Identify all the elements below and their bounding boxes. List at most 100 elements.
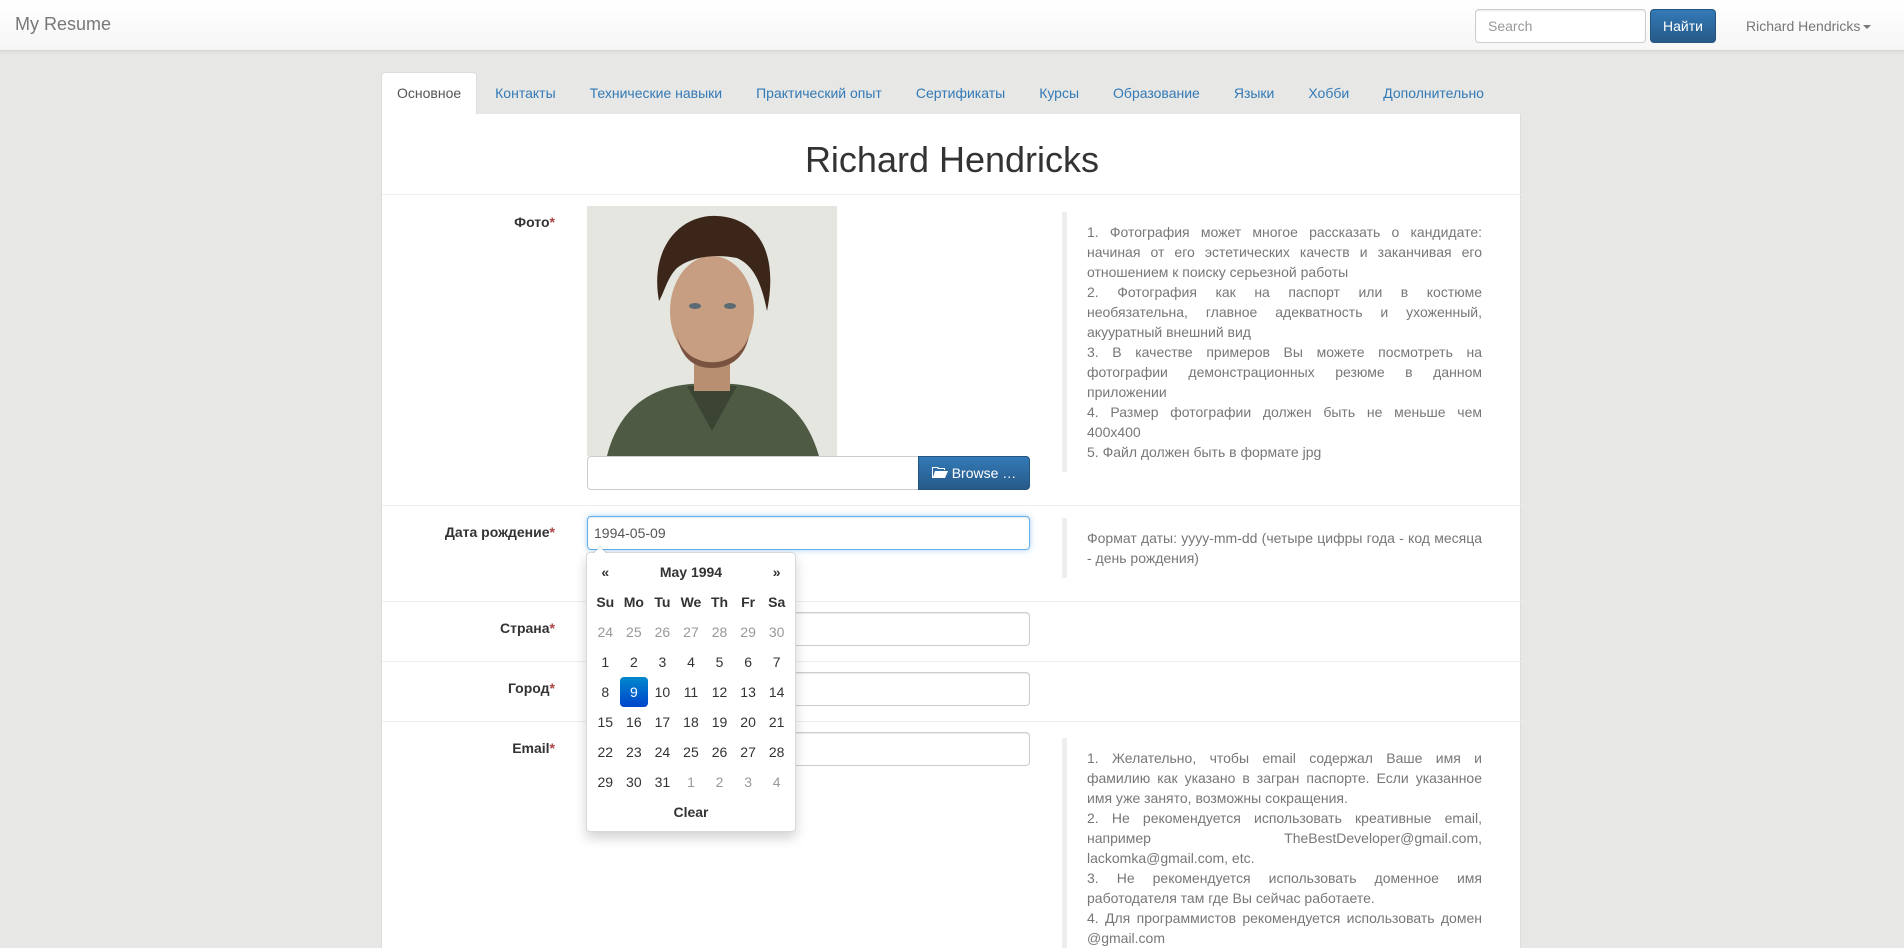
tab-general[interactable]: Основное	[381, 72, 478, 116]
country-label-text: Страна	[500, 620, 550, 636]
date-picker-calendar: « May 1994 » Su Mo Tu We Th Fr Sa 24 25 26 27 28 29…	[591, 557, 791, 827]
city-label: Город*	[508, 680, 555, 696]
day-cell[interactable]: 28	[705, 617, 734, 647]
divider	[382, 721, 1522, 722]
day-cell[interactable]: 18	[677, 707, 706, 737]
weekday-label: Tu	[654, 594, 671, 610]
country-label: Страна*	[500, 620, 555, 636]
profile-photo	[587, 206, 837, 456]
search-input[interactable]	[1475, 9, 1646, 43]
tab-experience[interactable]: Практический опыт	[740, 72, 898, 115]
photo-help-item: 4. Размер фотографии должен быть не мень…	[1087, 404, 1482, 440]
email-help: 1. Желательно, чтобы email содержал Ваше…	[1062, 738, 1482, 948]
day-cell[interactable]: 16	[620, 707, 649, 737]
prev-month-button[interactable]: «	[591, 557, 620, 587]
day-cell[interactable]: 3	[648, 647, 677, 677]
day-cell[interactable]: 8	[591, 677, 620, 707]
email-help-item: 4. Для программистов рекомендуется испол…	[1087, 910, 1482, 946]
day-cell[interactable]: 5	[705, 647, 734, 677]
required-mark: *	[549, 740, 555, 756]
weekday-label: Su	[596, 594, 615, 610]
divider	[382, 661, 1522, 662]
search-button[interactable]: Найти	[1650, 9, 1716, 43]
email-help-item: 3. Не рекомендуется использовать доменно…	[1087, 870, 1482, 906]
weekday-label: Mo	[623, 594, 644, 610]
month-title[interactable]: May 1994	[620, 557, 763, 587]
day-cell[interactable]: 31	[648, 767, 677, 797]
day-cell[interactable]: 29	[591, 767, 620, 797]
photo-help-item: 5. Файл должен быть в формате jpg	[1087, 444, 1322, 460]
email-help-item: 1. Желательно, чтобы email содержал Ваше…	[1087, 750, 1482, 806]
day-cell[interactable]: 14	[762, 677, 791, 707]
divider	[382, 194, 1522, 195]
day-cell[interactable]: 25	[620, 617, 649, 647]
browse-button[interactable]: Browse …	[918, 456, 1030, 490]
tab-education[interactable]: Образование	[1097, 72, 1216, 115]
calendar-week-row: 22 23 24 25 26 27 28	[591, 737, 791, 767]
day-cell[interactable]: 2	[620, 647, 649, 677]
day-cell[interactable]: 29	[734, 617, 763, 647]
tab-hobby[interactable]: Хобби	[1292, 72, 1365, 115]
tab-languages[interactable]: Языки	[1218, 72, 1291, 115]
day-cell[interactable]: 22	[591, 737, 620, 767]
birth-date-input[interactable]	[587, 516, 1030, 550]
day-cell[interactable]: 30	[762, 617, 791, 647]
photo-help-item: 1. Фотография может многое рассказать о …	[1087, 224, 1482, 280]
calendar-week-row: 8 9 10 11 12 13 14	[591, 677, 791, 707]
day-cell[interactable]: 12	[705, 677, 734, 707]
tab-contacts[interactable]: Контакты	[479, 72, 571, 115]
day-cell[interactable]: 4	[762, 767, 791, 797]
day-cell[interactable]: 20	[734, 707, 763, 737]
day-cell[interactable]: 27	[734, 737, 763, 767]
day-cell[interactable]: 15	[591, 707, 620, 737]
day-cell[interactable]: 28	[762, 737, 791, 767]
email-label: Email*	[512, 740, 555, 756]
tab-courses[interactable]: Курсы	[1023, 72, 1095, 115]
divider	[382, 505, 1522, 506]
next-month-button[interactable]: »	[762, 557, 791, 587]
day-cell[interactable]: 7	[762, 647, 791, 677]
clear-date-button[interactable]: Clear	[591, 797, 791, 827]
day-cell[interactable]: 13	[734, 677, 763, 707]
calendar-week-row: 29 30 31 1 2 3 4	[591, 767, 791, 797]
day-cell[interactable]: 26	[705, 737, 734, 767]
day-cell[interactable]: 3	[734, 767, 763, 797]
day-cell[interactable]: 10	[648, 677, 677, 707]
day-cell[interactable]: 23	[620, 737, 649, 767]
weekday-header: Su Mo Tu We Th Fr Sa	[591, 587, 791, 617]
day-cell[interactable]: 4	[677, 647, 706, 677]
required-mark: *	[549, 620, 555, 636]
day-cell[interactable]: 24	[591, 617, 620, 647]
day-cell[interactable]: 2	[705, 767, 734, 797]
required-mark: *	[549, 524, 555, 540]
day-cell[interactable]: 1	[677, 767, 706, 797]
user-menu-dropdown[interactable]: Richard Hendricks	[1746, 18, 1872, 34]
photo-file-field[interactable]	[587, 456, 919, 490]
day-cell[interactable]: 30	[620, 767, 649, 797]
day-cell[interactable]: 1	[591, 647, 620, 677]
brand-link[interactable]: My Resume	[15, 14, 111, 35]
day-cell[interactable]: 11	[677, 677, 706, 707]
day-cell[interactable]: 24	[648, 737, 677, 767]
calendar-week-row: 15 16 17 18 19 20 21	[591, 707, 791, 737]
tab-additional[interactable]: Дополнительно	[1367, 72, 1500, 115]
page-title: Richard Hendricks	[804, 139, 1100, 180]
weekday-label: Sa	[768, 594, 786, 610]
day-cell[interactable]: 19	[705, 707, 734, 737]
selected-day-cell[interactable]: 9	[619, 677, 649, 707]
city-label-text: Город	[507, 680, 550, 696]
tab-skills[interactable]: Технические навыки	[574, 72, 738, 115]
tab-certificates[interactable]: Сертификаты	[900, 72, 1021, 115]
date-grid: 24 25 26 27 28 29 30 1 2 3 4 5 6 7 8 9 10 11 12 13 14 15 16 17 1…	[591, 617, 791, 797]
user-menu-label: Richard Hendricks	[1746, 18, 1861, 34]
photo-help-item: 3. В качестве примеров Вы можете посмотр…	[1087, 344, 1482, 400]
day-cell[interactable]: 27	[677, 617, 706, 647]
day-cell[interactable]: 6	[734, 647, 763, 677]
calendar-week-row: 24 25 26 27 28 29 30	[591, 617, 791, 647]
day-cell[interactable]: 17	[648, 707, 677, 737]
day-cell[interactable]: 21	[762, 707, 791, 737]
day-cell[interactable]: 25	[677, 737, 706, 767]
photo-label-text: Фото	[514, 214, 550, 230]
birth-date-label: Дата рождение*	[445, 524, 555, 540]
day-cell[interactable]: 26	[648, 617, 677, 647]
